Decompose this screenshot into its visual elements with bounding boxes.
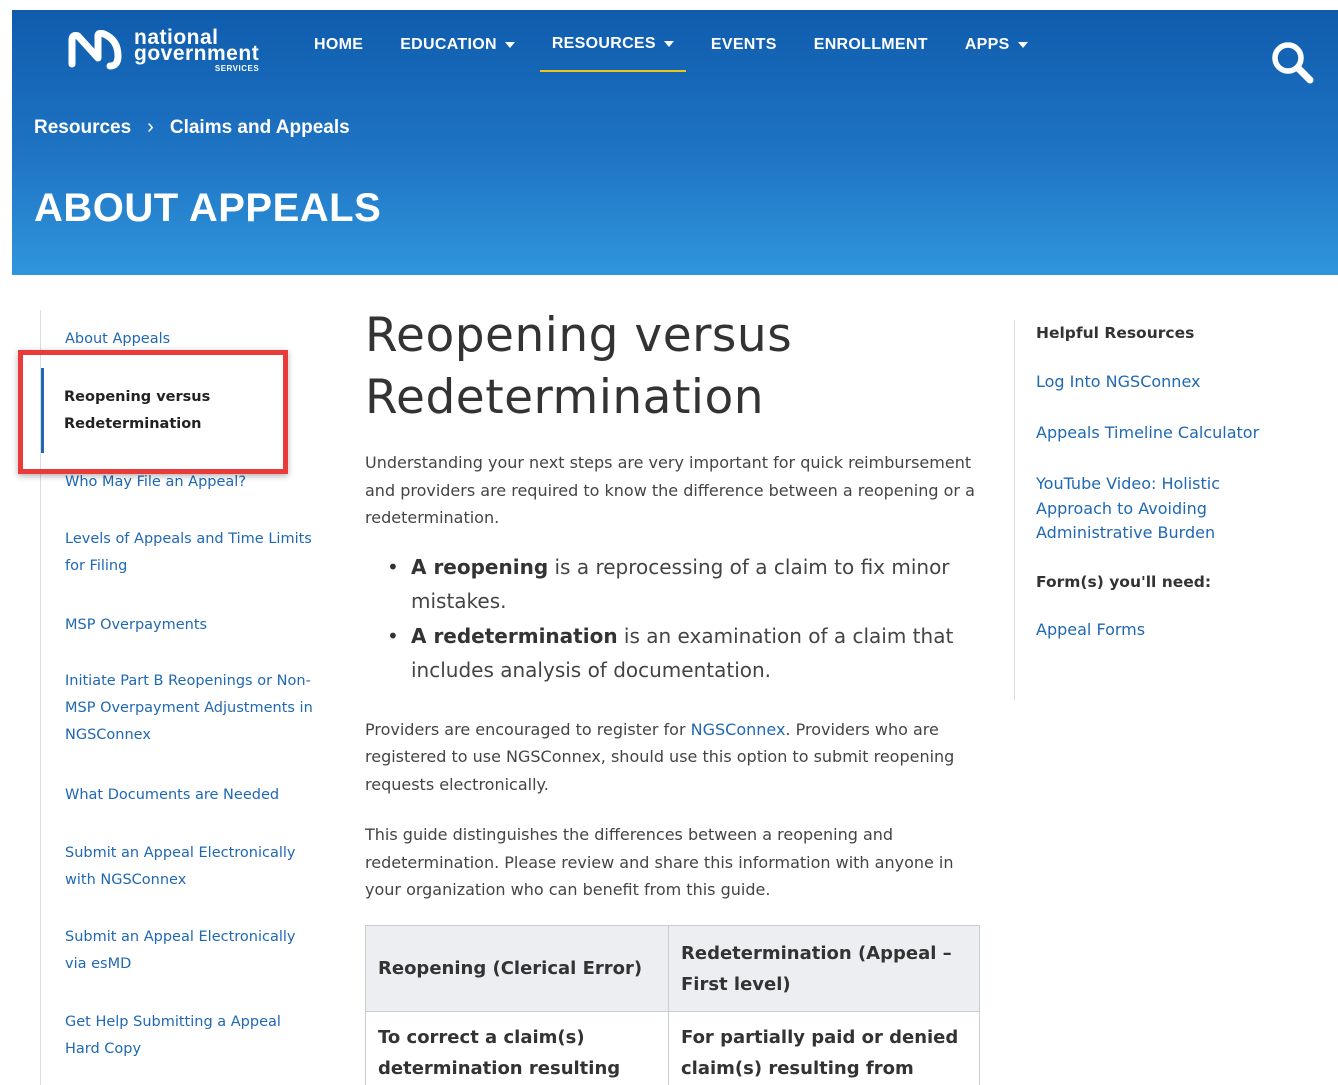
page-header: national government SERVICES HOME EDUCAT… — [12, 10, 1338, 275]
log-into-ngsconnex-link[interactable]: Log Into NGSConnex — [1036, 370, 1306, 395]
sidebar-item-get-help-hard-copy[interactable]: Get Help Submitting a Appeal Hard Copy — [65, 1009, 300, 1063]
main-content: Reopening versus Redetermination Underst… — [365, 305, 985, 904]
appeals-timeline-calculator-link[interactable]: Appeals Timeline Calculator — [1036, 421, 1306, 446]
table-header-reopening: Reopening (Clerical Error) — [365, 925, 669, 1012]
list-item: A reopening is a reprocessing of a claim… — [387, 550, 985, 619]
sidebar-item-msp-overpayments[interactable]: MSP Overpayments — [65, 612, 327, 639]
logo-line-3: SERVICES — [214, 64, 260, 73]
list-item: A redetermination is an examination of a… — [387, 619, 985, 688]
table-cell: To correct a claim(s) determination resu… — [365, 1011, 669, 1085]
ngs-logo[interactable]: national government SERVICES — [68, 27, 260, 73]
nav-home-label: HOME — [314, 35, 364, 53]
sidebar-item-initiate-part-b-reopenings[interactable]: Initiate Part B Reopenings or Non-MSP Ov… — [65, 668, 327, 749]
caret-down-icon — [504, 41, 515, 48]
nav-resources[interactable]: RESOURCES — [539, 32, 686, 72]
sidebar-nav: About Appeals Reopening versus Redetermi… — [40, 310, 330, 1085]
sidebar-item-about-appeals[interactable]: About Appeals — [65, 326, 327, 353]
nav-enrollment-label: ENROLLMENT — [813, 35, 928, 53]
intro-paragraph: Understanding your next steps are very i… — [365, 453, 975, 527]
nav-home[interactable]: HOME — [302, 32, 375, 72]
helpful-resources-heading: Helpful Resources — [1036, 324, 1195, 342]
search-icon[interactable] — [1268, 38, 1316, 86]
ngsconnex-link[interactable]: NGSConnex — [691, 720, 786, 739]
sidebar-item-reopening-versus-redetermination[interactable]: Reopening versus Redetermination — [41, 368, 291, 453]
nav-education[interactable]: EDUCATION — [388, 32, 527, 72]
forms-heading: Form(s) you'll need: — [1036, 573, 1212, 591]
table-cell: For partially paid or denied claim(s) re… — [668, 1011, 980, 1085]
nav-apps[interactable]: APPS — [953, 32, 1040, 72]
term-redetermination: A redetermination — [411, 623, 618, 648]
definition-list: A reopening is a reprocessing of a claim… — [387, 550, 985, 688]
sidebar-item-what-documents[interactable]: What Documents are Needed — [65, 782, 327, 809]
content-heading: Reopening versus Redetermination — [365, 308, 793, 425]
table-header-redetermination: Redetermination (Appeal – First level) — [668, 925, 980, 1012]
sidebar-item-who-may-file[interactable]: Who May File an Appeal? — [65, 469, 327, 496]
table-row: To correct a claim(s) determination resu… — [365, 1011, 980, 1085]
sidebar-item-label: Reopening versus Redetermination — [64, 389, 211, 432]
breadcrumb-claims-and-appeals[interactable]: Claims and Appeals — [170, 117, 350, 139]
page-title: ABOUT APPEALS — [34, 186, 382, 230]
main-nav: HOME EDUCATION RESOURCES EVENTS ENROLLME… — [302, 32, 1053, 72]
caret-down-icon — [663, 40, 674, 47]
helpful-resources-panel: Helpful Resources Log Into NGSConnex App… — [1014, 320, 1314, 700]
ngs-logo-icon — [68, 30, 122, 70]
comparison-table: Reopening (Clerical Error) Redeterminati… — [365, 925, 980, 1085]
nav-events[interactable]: EVENTS — [699, 32, 789, 72]
breadcrumb: Resources › Claims and Appeals — [34, 116, 350, 139]
ngsconnex-text-before: Providers are encouraged to register for — [365, 719, 691, 739]
breadcrumb-resources[interactable]: Resources — [34, 117, 131, 139]
caret-down-icon — [1017, 41, 1028, 48]
guide-paragraph: This guide distinguishes the differences… — [365, 825, 954, 899]
nav-resources-label: RESOURCES — [551, 34, 656, 52]
chevron-right-icon: › — [147, 116, 154, 138]
table-header-row: Reopening (Clerical Error) Redeterminati… — [365, 925, 980, 1012]
term-reopening: A reopening — [411, 554, 549, 579]
appeal-forms-link[interactable]: Appeal Forms — [1036, 618, 1306, 643]
nav-enrollment[interactable]: ENROLLMENT — [802, 32, 940, 72]
youtube-video-link[interactable]: YouTube Video: Holistic Approach to Avoi… — [1036, 472, 1246, 546]
nav-events-label: EVENTS — [710, 35, 777, 53]
sidebar-item-submit-ngsconnex[interactable]: Submit an Appeal Electronically with NGS… — [65, 840, 310, 894]
logo-line-2: government — [134, 42, 260, 65]
nav-apps-label: APPS — [964, 35, 1010, 53]
ngsconnex-paragraph: Providers are encouraged to register for… — [365, 716, 977, 799]
sidebar-item-levels-of-appeals[interactable]: Levels of Appeals and Time Limits for Fi… — [65, 526, 325, 580]
nav-education-label: EDUCATION — [400, 35, 497, 53]
sidebar-item-submit-esmd[interactable]: Submit an Appeal Electronically via esMD — [65, 924, 310, 978]
